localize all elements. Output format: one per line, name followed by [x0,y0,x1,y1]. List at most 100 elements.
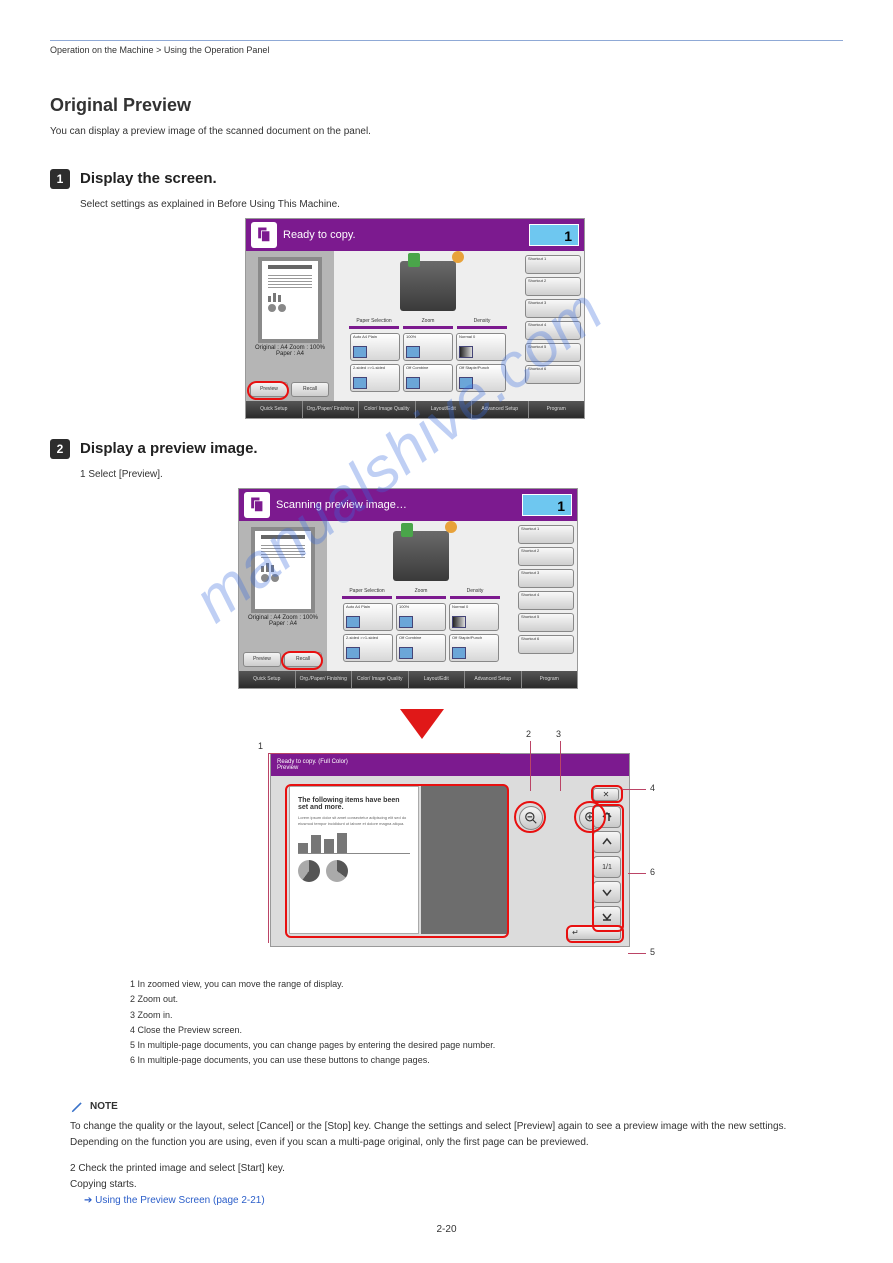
panel2-copies[interactable]: 1 [522,494,572,516]
legend-4: 4 Close the Preview screen. [130,1023,843,1038]
tab-advanced[interactable]: Advanced Setup [465,671,522,688]
step1-title: Display the screen. [80,170,217,187]
callout-2: 2 [526,729,531,739]
shortcut-6[interactable]: Shortcut 6 [525,365,581,384]
callout-4: 4 [650,783,655,793]
section-desc: You can display a preview image of the s… [50,124,843,139]
preview-page[interactable]: The following items have been set and mo… [289,786,419,934]
step2-text: 1 Select [Preview]. [80,469,843,480]
tile-density[interactable]: Normal 0 [456,333,506,361]
copy-icon [251,222,277,248]
tile-zoom[interactable]: 100% [403,333,453,361]
preview-button[interactable]: Preview [243,652,281,667]
label-paper: Paper Selection [349,317,399,329]
legend-6: 6 In multiple-page documents, you can us… [130,1053,843,1068]
thumb-label: Original : A4 Zoom : 100% Paper : A4 [243,615,323,627]
panel2-status: Scanning preview image… [276,499,522,511]
shortcut-1[interactable]: Shortcut 1 [525,255,581,274]
note-line4: Copying starts. [70,1177,843,1193]
tile-staple[interactable]: Off Staple/Punch [449,634,499,662]
tab-program[interactable]: Program [529,401,585,418]
page-next-button[interactable] [593,881,621,903]
detail-header-2: Preview [277,765,623,771]
panel1-status: Ready to copy. [283,229,529,241]
legend-5: 5 In multiple-page documents, you can ch… [130,1038,843,1053]
preview-thumbnail [251,527,315,613]
shortcut-3[interactable]: Shortcut 3 [518,569,574,588]
tab-layout[interactable]: Layout/Edit [416,401,473,418]
tab-org[interactable]: Org./Paper/ Finishing [303,401,360,418]
thumb-label: Original : A4 Zoom : 100% Paper : A4 [250,345,330,357]
flow-arrow-icon [400,709,444,739]
tab-program[interactable]: Program [522,671,578,688]
callout-6: 6 [650,867,655,877]
tile-duplex[interactable]: 2-sided >>1-sided [343,634,393,662]
copy-panel-preview: Scanning preview image… 1 Original : A4 … [238,488,578,689]
shortcut-4[interactable]: Shortcut 4 [518,591,574,610]
copy-panel-initial: Ready to copy. 1 Original : A4 Zoom : 10… [245,218,585,419]
step1-text: Select settings as explained in Before U… [80,199,843,210]
label-zoom: Zoom [403,317,453,329]
tile-combine[interactable]: Off Combine [396,634,446,662]
callout-1: 1 [258,741,263,751]
tab-color[interactable]: Color/ Image Quality [359,401,416,418]
callout-5: 5 [650,947,655,957]
recall-button[interactable]: Recall [291,382,329,397]
legend-2: 2 Zoom out. [130,992,843,1007]
tile-paper[interactable]: Auto A4 Plain [350,333,400,361]
label-zoom: Zoom [396,587,446,599]
note-line3: 2 Check the printed image and select [St… [70,1161,843,1177]
note-title: NOTE [70,1099,843,1115]
pencil-icon [70,1100,84,1114]
tab-org[interactable]: Org./Paper/ Finishing [296,671,353,688]
step2-num: 2 [50,439,70,459]
tile-density[interactable]: Normal 0 [449,603,499,631]
shortcut-4[interactable]: Shortcut 4 [525,321,581,340]
zoom-out-button[interactable] [519,806,543,830]
copy-icon [244,492,270,518]
shortcut-5[interactable]: Shortcut 5 [518,613,574,632]
label-density: Density [450,587,500,599]
recall-button[interactable]: Recall [284,652,322,667]
tab-quick[interactable]: Quick Setup [239,671,296,688]
shortcut-5[interactable]: Shortcut 5 [525,343,581,362]
step2-title: Display a preview image. [80,440,258,457]
tab-advanced[interactable]: Advanced Setup [472,401,529,418]
legend-3: 3 Zoom in. [130,1008,843,1023]
page-last-button[interactable] [593,906,621,928]
tile-duplex[interactable]: 2-sided >>1-sided [350,364,400,392]
page-prev-button[interactable] [593,831,621,853]
page-first-button[interactable] [593,806,621,828]
legend-1: 1 In zoomed view, you can move the range… [130,977,843,992]
tile-zoom[interactable]: 100% [396,603,446,631]
preview-page-title: The following items have been set and mo… [298,797,410,811]
page-number: 2-20 [0,1224,893,1235]
panel1-copies[interactable]: 1 [529,224,579,246]
enter-page-button[interactable]: ↵ [567,926,621,940]
shortcut-1[interactable]: Shortcut 1 [518,525,574,544]
shortcut-2[interactable]: Shortcut 2 [518,547,574,566]
callout-3: 3 [556,729,561,739]
note-line2: Depending on the function you are using,… [70,1135,843,1151]
tab-quick[interactable]: Quick Setup [246,401,303,418]
close-preview-button[interactable]: ✕ [593,788,619,801]
preview-page-2 [421,786,507,934]
header-left: Operation on the Machine > Using the Ope… [50,45,269,55]
shortcut-2[interactable]: Shortcut 2 [525,277,581,296]
tab-color[interactable]: Color/ Image Quality [352,671,409,688]
printer-graphic [338,255,518,317]
tile-combine[interactable]: Off Combine [403,364,453,392]
tab-layout[interactable]: Layout/Edit [409,671,466,688]
preview-button[interactable]: Preview [250,382,288,397]
shortcut-6[interactable]: Shortcut 6 [518,635,574,654]
shortcut-3[interactable]: Shortcut 3 [525,299,581,318]
tile-paper[interactable]: Auto A4 Plain [343,603,393,631]
section-title: Original Preview [50,95,843,116]
printer-graphic [331,525,511,587]
page-indicator: 1/1 [593,856,621,878]
label-paper: Paper Selection [342,587,392,599]
note-line1: To change the quality or the layout, sel… [70,1119,843,1135]
label-density: Density [457,317,507,329]
see-also-link[interactable]: ➔ Using the Preview Screen (page 2-21) [84,1193,843,1209]
tile-staple[interactable]: Off Staple/Punch [456,364,506,392]
